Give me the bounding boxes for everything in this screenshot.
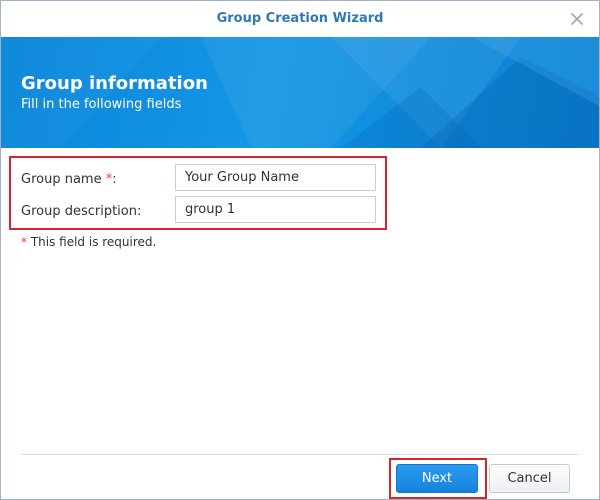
wizard-dialog: Group Creation Wizard Group information … bbox=[0, 0, 600, 500]
group-description-input[interactable] bbox=[175, 196, 376, 223]
banner-title: Group information bbox=[21, 73, 208, 94]
wizard-banner: Group information Fill in the following … bbox=[1, 37, 599, 148]
next-button[interactable]: Next bbox=[396, 464, 478, 493]
dialog-title: Group Creation Wizard bbox=[216, 11, 384, 26]
cancel-button[interactable]: Cancel bbox=[489, 464, 570, 493]
title-bar: Group Creation Wizard bbox=[1, 1, 599, 37]
required-field-note: * This field is required. bbox=[21, 235, 157, 249]
group-description-label: Group description: bbox=[21, 204, 142, 219]
group-name-label: Group name *: bbox=[21, 172, 117, 187]
group-name-input[interactable] bbox=[175, 164, 376, 191]
close-button[interactable] bbox=[567, 9, 587, 29]
banner-subtitle: Fill in the following fields bbox=[21, 97, 182, 112]
footer-divider bbox=[21, 454, 579, 455]
close-icon bbox=[571, 13, 583, 25]
